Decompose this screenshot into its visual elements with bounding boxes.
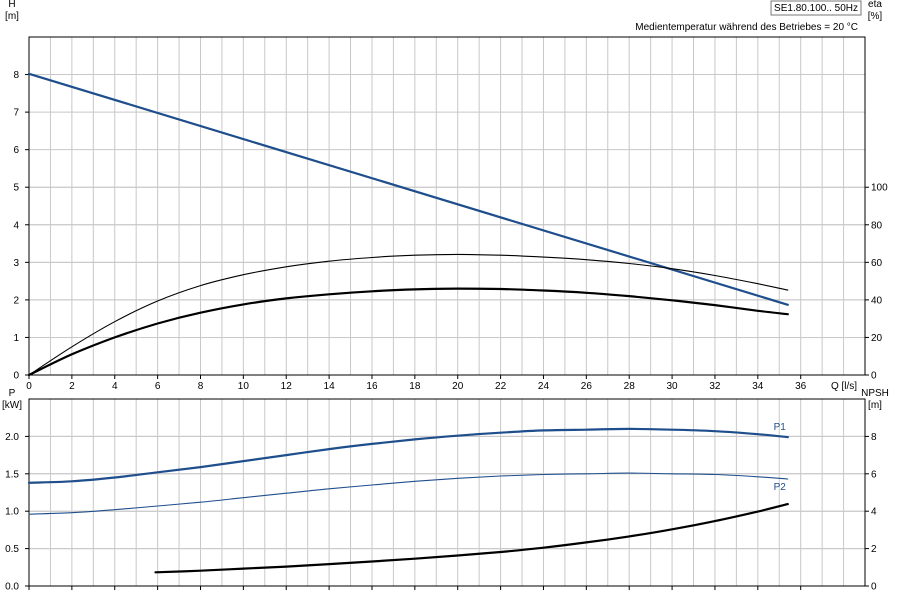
series-label: P2 [774,482,787,493]
x-tick-label: 24 [538,381,550,392]
series-npsh-2-line [154,503,789,574]
y-right-tick-label: 20 [871,333,883,344]
y-left-axis-label: P [9,388,16,399]
y-right-axis-label: eta [868,0,882,10]
plot-frame [28,398,866,587]
y-left-tick-label: 8 [13,70,19,81]
y-left-tick-label: 0 [13,371,19,382]
x-tick-label: 26 [581,381,593,392]
y-left-tick-label: 1 [13,333,19,344]
y-left-tick-label: 2 [13,295,19,306]
y-right-tick-label: 0 [871,582,877,593]
power-npsh-panel: 0.0 0.5 1.0 1.5 2.0 0 2 4 6 8 P[kW] NPSH[m] P1 P2 [2,388,889,593]
y-right-tick-label: 60 [871,258,883,269]
series-label: P1 [774,422,787,433]
y-left-axis-label: [m] [5,11,19,22]
y-left-tick-label: 6 [13,145,19,156]
chart-title: SE1.80.100.. 50Hz [774,3,858,14]
y-right-tick-label: 4 [871,507,877,518]
y-left-tick-label: 2.0 [5,432,19,443]
y-left-tick-label: 1.0 [5,507,19,518]
x-tick-label: 2 [69,381,75,392]
y-right-axis-label: [%] [868,11,883,22]
y-right-tick-label: 40 [871,295,883,306]
x-tick-label: 20 [452,381,464,392]
x-tick-label: 14 [324,381,336,392]
x-tick-label: 16 [366,381,378,392]
x-tick-label: 32 [709,381,721,392]
chart-subtitle: Medientemperatur während des Betriebes =… [635,22,858,33]
y-right-tick-label: 100 [871,183,888,194]
y-right-tick-label: 6 [871,469,877,480]
head-efficiency-panel: 0 2 4 6 8 10 12 14 16 18 20 22 24 26 28 30 32 34 36 Q [l/s]… [5,0,888,392]
x-tick-label: 22 [495,381,507,392]
x-tick-label: 34 [752,381,764,392]
x-tick-label: 10 [238,381,250,392]
y-left-tick-label: 0.5 [5,544,19,555]
y-right-tick-label: 0 [871,371,877,382]
x-tick-label: 0 [26,381,32,392]
x-tick-label: 36 [795,381,807,392]
x-tick-label: 8 [198,381,204,392]
x-tick-label: 18 [409,381,421,392]
series-curve-0-line [27,72,789,306]
series-p1-line [27,427,789,484]
y-right-tick-label: 2 [871,544,877,555]
y-left-tick-label: 0.0 [5,582,19,593]
x-tick-label: 6 [155,381,161,392]
pump-performance-chart: 0 2 4 6 8 10 12 14 16 18 20 22 24 26 28 30 32 34 36 Q [l/s]… [2,0,889,593]
y-right-tick-label: 8 [871,432,877,443]
y-left-tick-label: 1.5 [5,469,19,480]
y-left-axis-label: H [8,0,15,10]
y-left-tick-label: 4 [13,220,19,231]
x-tick-label: 4 [112,381,118,392]
x-tick-label: 30 [667,381,679,392]
series-curve-1-line [28,253,789,376]
series-curve-2-line [27,287,789,377]
y-right-axis-label: NPSH [861,388,889,399]
x-tick-label: 28 [624,381,636,392]
y-left-tick-label: 5 [13,183,19,194]
y-left-tick-label: 7 [13,108,19,119]
x-axis-label: Q [l/s] [831,381,857,392]
y-right-tick-label: 80 [871,220,883,231]
y-left-tick-label: 3 [13,258,19,269]
y-left-axis-label: [kW] [2,400,22,411]
y-right-axis-label: [m] [868,400,882,411]
series-p2-line [28,472,789,515]
x-tick-label: 12 [281,381,293,392]
